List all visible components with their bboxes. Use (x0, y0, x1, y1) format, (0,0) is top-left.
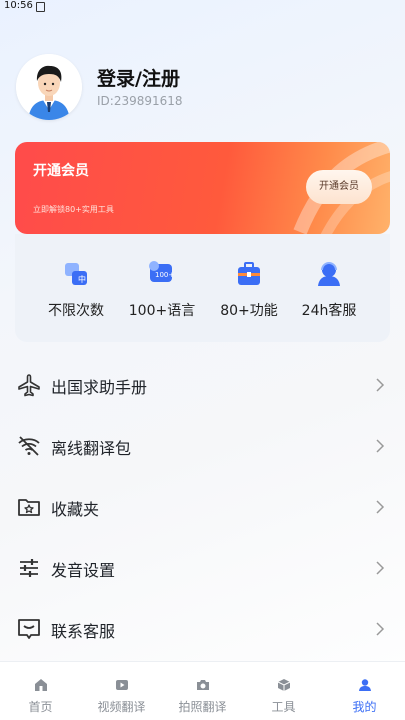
tab-label: 首页 (28, 700, 53, 714)
vip-membership-card[interactable]: 开通会员 立即解锁80+实用工具 开通会员 (15, 142, 390, 234)
video-icon (115, 680, 128, 690)
person-icon (358, 679, 371, 691)
menu-label: 发音设置 (51, 561, 116, 580)
menu-label: 出国求助手册 (51, 378, 148, 397)
airplane-icon (18, 374, 40, 397)
toolbox-icon (238, 262, 260, 285)
status-time: 10:56 (4, 0, 33, 11)
wifi-off-icon (18, 436, 40, 456)
tab-label: 拍照翻译 (178, 700, 227, 714)
chevron-right-icon (376, 439, 385, 453)
svg-text:100+: 100+ (155, 271, 174, 279)
menu-item-pronunciation[interactable]: 发音设置 (0, 538, 405, 599)
tab-label: 我的 (352, 700, 377, 714)
status-bar: 10:56 (0, 0, 405, 14)
tab-tools[interactable]: 工具 (243, 662, 324, 720)
menu-label: 联系客服 (51, 622, 116, 641)
cube-icon (277, 679, 290, 691)
benefit-label: 不限次数 (48, 303, 104, 319)
tab-label: 视频翻译 (97, 700, 146, 714)
menu-label: 离线翻译包 (51, 439, 132, 458)
svg-text:中: 中 (78, 274, 86, 284)
open-membership-button[interactable]: 开通会员 (306, 170, 372, 204)
home-icon (34, 679, 47, 691)
sliders-icon (20, 559, 38, 577)
profile-header[interactable]: 登录/注册 ID:239891618 (16, 54, 396, 124)
benefits-panel: 中 不限次数 100+ 100+语言 80+功能 24h客服 (15, 234, 390, 342)
avatar[interactable] (16, 54, 82, 120)
menu-item-travel-guide[interactable]: 出国求助手册 (0, 355, 405, 416)
vip-title: 开通会员 (33, 163, 89, 179)
chevron-right-icon (376, 561, 385, 575)
bottom-tab-bar: 首页 视频翻译 拍照翻译 工具 我的 (0, 661, 405, 720)
benefit-label: 100+语言 (128, 303, 196, 319)
chevron-right-icon (376, 378, 385, 392)
support-agent-icon (318, 262, 340, 286)
tab-video-translate[interactable]: 视频翻译 (81, 662, 162, 720)
menu-item-contact[interactable]: 联系客服 (0, 599, 405, 660)
notification-icon (36, 2, 45, 12)
avatar-person-icon (16, 54, 82, 120)
chevron-right-icon (376, 500, 385, 514)
chevron-right-icon (376, 622, 385, 636)
folder-star-icon (18, 499, 40, 516)
camera-icon (196, 680, 209, 690)
benefit-label: 24h客服 (301, 303, 357, 319)
menu-item-favorites[interactable]: 收藏夹 (0, 477, 405, 538)
language-icon: 100+ (149, 261, 174, 282)
tab-home[interactable]: 首页 (0, 662, 81, 720)
menu-item-offline-pack[interactable]: 离线翻译包 (0, 416, 405, 477)
login-register-link[interactable]: 登录/注册 (97, 64, 180, 91)
user-id: ID:239891618 (97, 94, 183, 108)
translate-icon: 中 (65, 263, 87, 285)
benefit-languages: 100+ 100+语言 (115, 260, 209, 320)
tab-photo-translate[interactable]: 拍照翻译 (162, 662, 243, 720)
benefit-support: 24h客服 (282, 260, 376, 320)
tab-label: 工具 (271, 700, 296, 714)
settings-menu: 出国求助手册 离线翻译包 收藏夹 发音设置 联系客服 (0, 355, 405, 660)
vip-subtitle: 立即解锁80+实用工具 (33, 205, 114, 214)
benefit-unlimited: 中 不限次数 (29, 260, 123, 320)
message-icon (18, 619, 40, 639)
tab-mine[interactable]: 我的 (324, 662, 405, 720)
menu-label: 收藏夹 (51, 500, 100, 519)
